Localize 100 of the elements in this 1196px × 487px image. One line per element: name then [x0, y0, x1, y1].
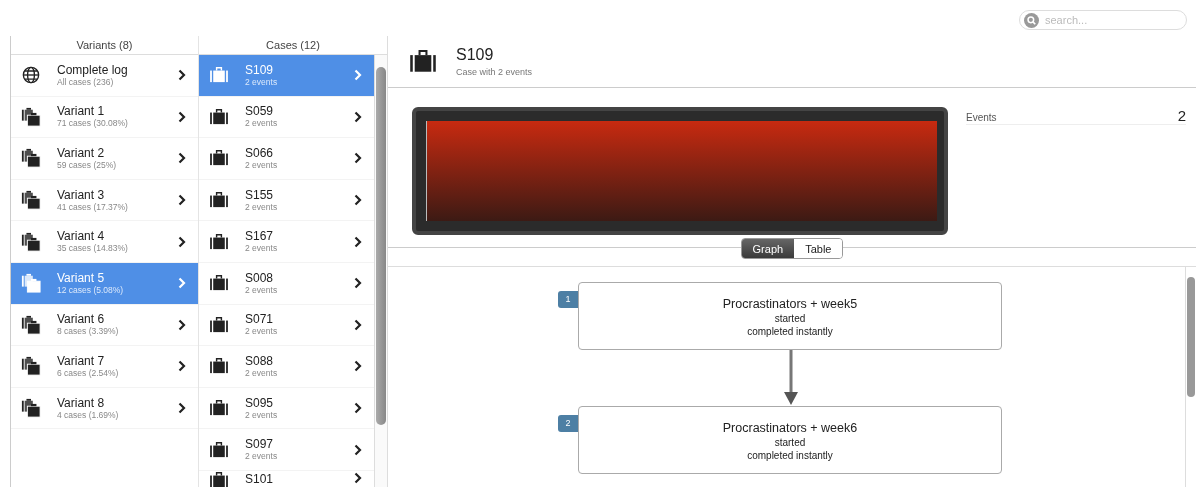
- case-item[interactable]: S008 2 events: [199, 262, 374, 305]
- chevron-icon: [178, 152, 186, 165]
- case-name: S059: [245, 104, 275, 119]
- case-name: S008: [245, 270, 275, 285]
- briefcase-icon: [209, 441, 229, 458]
- search-icon: [1024, 13, 1039, 28]
- variant-item[interactable]: Variant 6 8 cases (3.39%): [11, 304, 198, 347]
- scrollbar[interactable]: [374, 55, 387, 487]
- variant-name: Variant 5: [57, 270, 106, 285]
- step-badge: 1: [558, 291, 578, 308]
- variant-name: Variant 8: [57, 395, 106, 410]
- case-detail: 2 events: [245, 243, 279, 255]
- variant-item[interactable]: Variant 7 6 cases (2.54%): [11, 346, 198, 388]
- variant-name: Variant 4: [57, 229, 106, 244]
- chevron-icon: [178, 360, 186, 373]
- case-item[interactable]: S088 2 events: [199, 346, 374, 388]
- event-status: completed instantly: [747, 450, 833, 461]
- chevron-icon: [354, 277, 362, 290]
- chevron-icon: [354, 443, 362, 456]
- chevron-icon: [178, 235, 186, 248]
- case-detail: 2 events: [245, 326, 279, 338]
- variant-detail: 41 cases (17.37%): [57, 201, 129, 213]
- case-item[interactable]: S167 2 events: [199, 221, 374, 263]
- case-item[interactable]: S097 2 events: [199, 429, 374, 471]
- case-name: S155: [245, 187, 275, 202]
- chevron-icon: [178, 194, 186, 207]
- stat-value: 2: [1177, 107, 1186, 124]
- step-badge: 2: [558, 415, 578, 432]
- case-name: S088: [245, 353, 275, 368]
- case-detail: 2 events: [245, 201, 279, 213]
- briefcases-icon: [21, 148, 41, 169]
- chevron-icon: [178, 277, 186, 290]
- variant-detail: 59 cases (25%): [57, 160, 118, 171]
- chevron-icon: [354, 110, 362, 123]
- event-status: completed instantly: [747, 326, 833, 337]
- briefcase-icon: [209, 275, 229, 292]
- variant-name: Variant 1: [57, 104, 106, 119]
- briefcases-icon: [21, 231, 41, 252]
- briefcase-icon: [209, 316, 229, 333]
- case-item[interactable]: S071 2 events: [199, 304, 374, 347]
- variant-name: Variant 2: [57, 146, 106, 160]
- activity-name: Procrastinators + week5: [722, 297, 858, 311]
- briefcase-icon: [209, 192, 229, 209]
- case-item[interactable]: S155 2 events: [199, 179, 374, 222]
- briefcase-icon: [209, 233, 229, 250]
- chevron-icon: [354, 152, 362, 165]
- briefcase-icon: [209, 150, 229, 167]
- view-tab[interactable]: Graph: [741, 239, 795, 258]
- case-item[interactable]: S101: [199, 470, 374, 487]
- case-item[interactable]: S059 2 events: [199, 96, 374, 139]
- variant-item[interactable]: Variant 3 41 cases (17.37%): [11, 179, 198, 222]
- globe-icon: [21, 66, 41, 85]
- variant-item[interactable]: Variant 8 4 cases (1.69%): [11, 387, 198, 430]
- briefcases-icon: [21, 314, 41, 335]
- variant-name: Complete log: [57, 62, 129, 77]
- case-subtitle: Case with 2 events: [456, 67, 533, 77]
- variant-detail: 8 cases (3.39%): [57, 326, 120, 338]
- event-node[interactable]: Procrastinators + week5 started completed instantly: [578, 282, 1002, 350]
- briefcases-icon: [21, 273, 41, 294]
- search-field[interactable]: search...: [1019, 10, 1187, 30]
- case-detail: 2 events: [245, 118, 279, 130]
- variant-detail: 71 cases (30.08%): [57, 118, 129, 130]
- variant-name: Variant 3: [57, 187, 106, 202]
- case-detail: 2 events: [245, 451, 279, 463]
- case-item[interactable]: S066 2 events: [199, 138, 374, 180]
- briefcase-icon: [209, 358, 229, 375]
- variant-item[interactable]: Variant 2 59 cases (25%): [11, 138, 198, 180]
- case-title: S109: [456, 46, 495, 64]
- chevron-icon: [354, 402, 362, 415]
- chevron-icon: [178, 318, 186, 331]
- variant-item[interactable]: Variant 4 35 cases (14.83%): [11, 221, 198, 263]
- case-name: S095: [245, 395, 275, 410]
- chevron-icon: [178, 69, 186, 82]
- chevron-icon: [354, 471, 362, 484]
- variant-detail: 12 cases (5.08%): [57, 284, 125, 296]
- case-detail: 2 events: [245, 284, 279, 296]
- case-item[interactable]: S095 2 events: [199, 387, 374, 430]
- event-status: started: [774, 313, 806, 324]
- variant-detail: 6 cases (2.54%): [57, 367, 120, 379]
- variant-item[interactable]: Complete log All cases (236): [11, 55, 198, 97]
- variant-item[interactable]: Variant 1 71 cases (30.08%): [11, 96, 198, 139]
- flow-arrow: [783, 350, 799, 406]
- event-node[interactable]: Procrastinators + week6 started completed instantly: [578, 406, 1002, 474]
- chevron-icon: [354, 194, 362, 207]
- chevron-icon: [178, 110, 186, 123]
- activity-name: Procrastinators + week6: [722, 421, 858, 435]
- case-name: S109: [245, 62, 275, 77]
- briefcase-icon: [209, 67, 229, 84]
- column-title: Variants (8): [11, 36, 198, 55]
- briefcases-icon: [21, 190, 41, 211]
- variant-detail: All cases (236): [57, 76, 114, 88]
- briefcases-icon: [21, 356, 41, 377]
- variant-detail: 4 cases (1.69%): [57, 409, 120, 421]
- scrollbar[interactable]: [1185, 267, 1196, 487]
- variant-detail: 35 cases (14.83%): [57, 243, 129, 255]
- case-detail: 2 events: [245, 409, 279, 421]
- case-detail: 2 events: [245, 367, 279, 379]
- briefcase-icon: [209, 108, 229, 125]
- chevron-icon: [178, 402, 186, 415]
- briefcase-icon: [209, 400, 229, 417]
